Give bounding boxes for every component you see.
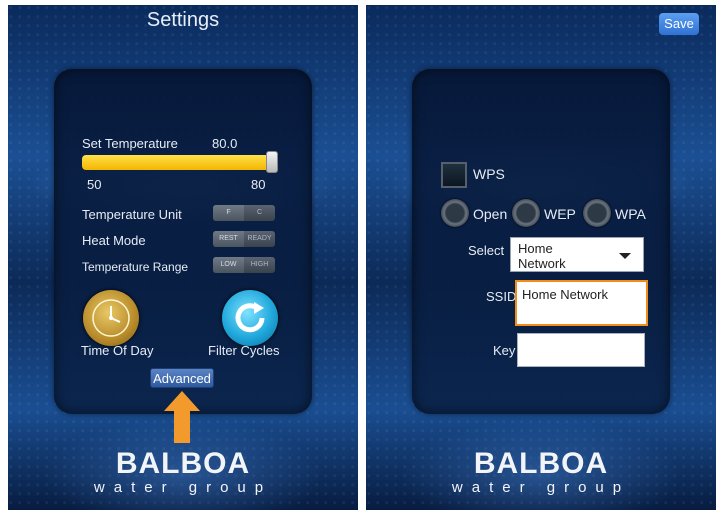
clock-icon xyxy=(92,299,130,337)
select-label: Select xyxy=(468,243,505,258)
toggle-option-rest[interactable]: Rest xyxy=(213,231,244,247)
radio-wpa-label: WPA xyxy=(615,206,646,222)
set-temperature-value: 80.0 xyxy=(212,136,238,151)
temperature-unit-label: Temperature Unit xyxy=(82,207,182,222)
radio-wpa[interactable] xyxy=(583,199,611,227)
radio-open-label: Open xyxy=(473,206,508,222)
network-select-value: Home Network xyxy=(518,241,566,271)
radio-wep[interactable] xyxy=(512,199,540,227)
balboa-tagline: water group xyxy=(451,479,631,496)
balboa-tagline: water group xyxy=(93,479,273,496)
network-select[interactable]: Home Network xyxy=(510,237,644,272)
balboa-logo: BALBOA xyxy=(473,447,609,480)
temperature-unit-toggle[interactable]: F C xyxy=(213,205,275,221)
toggle-option-high[interactable]: High xyxy=(244,257,275,273)
temperature-slider-handle[interactable] xyxy=(266,151,278,173)
up-arrow-icon xyxy=(164,391,200,443)
toggle-option-c[interactable]: C xyxy=(244,205,275,221)
temperature-slider[interactable] xyxy=(82,155,274,170)
page-title: Settings xyxy=(146,9,220,31)
balboa-logo: BALBOA xyxy=(115,447,251,480)
toggle-option-low[interactable]: Low xyxy=(213,257,244,273)
radio-wep-label: WEP xyxy=(544,206,576,222)
ssid-field-value: Home Network xyxy=(522,287,608,302)
wifi-settings-screen: Save WPS Open WEP WPA Select Home Networ… xyxy=(366,5,716,510)
temperature-range-toggle[interactable]: Low High xyxy=(213,257,275,273)
heat-mode-toggle[interactable]: Rest Ready xyxy=(213,231,275,247)
heat-mode-label: Heat Mode xyxy=(82,233,146,248)
ssid-label: SSID xyxy=(486,289,517,304)
slider-min-label: 50 xyxy=(87,177,102,192)
temperature-range-label: Temperature Range xyxy=(82,260,189,274)
key-field[interactable] xyxy=(517,333,645,367)
settings-screen: Settings Set Temperature 80.0 50 80 Temp… xyxy=(8,5,358,510)
advanced-button[interactable]: Advanced xyxy=(150,368,214,388)
time-of-day-label: Time Of Day xyxy=(81,343,154,358)
slider-max-label: 80 xyxy=(251,177,266,192)
toggle-option-ready[interactable]: Ready xyxy=(244,231,275,247)
time-of-day-button[interactable] xyxy=(83,290,139,346)
toggle-option-f[interactable]: F xyxy=(213,205,244,221)
filter-cycles-button[interactable] xyxy=(222,290,278,346)
save-button[interactable]: Save xyxy=(659,13,699,35)
wps-label: WPS xyxy=(473,166,505,182)
set-temperature-label: Set Temperature xyxy=(82,136,178,151)
filter-cycles-label: Filter Cycles xyxy=(208,343,280,358)
refresh-icon xyxy=(235,302,265,333)
key-label: Key xyxy=(493,343,516,358)
radio-open[interactable] xyxy=(441,199,469,227)
ssid-field[interactable]: Home Network xyxy=(515,280,648,326)
wps-checkbox[interactable] xyxy=(441,162,467,188)
chevron-down-icon xyxy=(619,253,631,259)
